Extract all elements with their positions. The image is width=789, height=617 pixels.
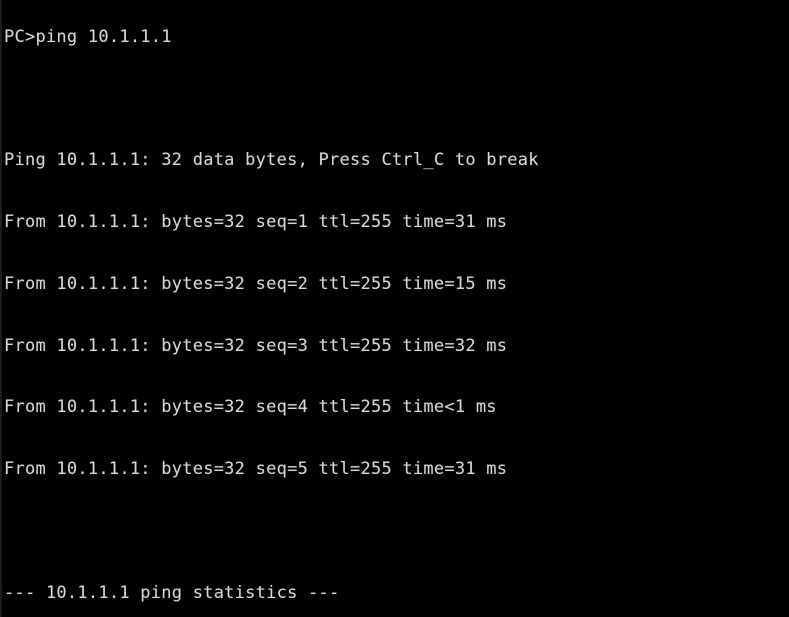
- console-line-blank: [4, 88, 789, 109]
- console-output[interactable]: PC>ping 10.1.1.1 Ping 10.1.1.1: 32 data …: [0, 0, 789, 617]
- console-line-reply-1-3: From 10.1.1.1: bytes=32 seq=3 ttl=255 ti…: [4, 335, 508, 356]
- console-line-reply-1-4: From 10.1.1.1: bytes=32 seq=4 ttl=255 ti…: [4, 397, 497, 418]
- console-line-command-ping-1: PC>ping 10.1.1.1: [4, 26, 172, 47]
- terminal-window[interactable]: PC>ping 10.1.1.1 Ping 10.1.1.1: 32 data …: [0, 0, 789, 617]
- console-line-reply-1-1: From 10.1.1.1: bytes=32 seq=1 ttl=255 ti…: [4, 211, 508, 232]
- console-line-ping-header-1: Ping 10.1.1.1: 32 data bytes, Press Ctrl…: [4, 150, 539, 171]
- console-line-reply-1-5: From 10.1.1.1: bytes=32 seq=5 ttl=255 ti…: [4, 459, 508, 480]
- console-line-stats-header-1: --- 10.1.1.1 ping statistics ---: [4, 582, 340, 603]
- console-line-blank: [4, 521, 789, 542]
- console-line-reply-1-2: From 10.1.1.1: bytes=32 seq=2 ttl=255 ti…: [4, 273, 508, 294]
